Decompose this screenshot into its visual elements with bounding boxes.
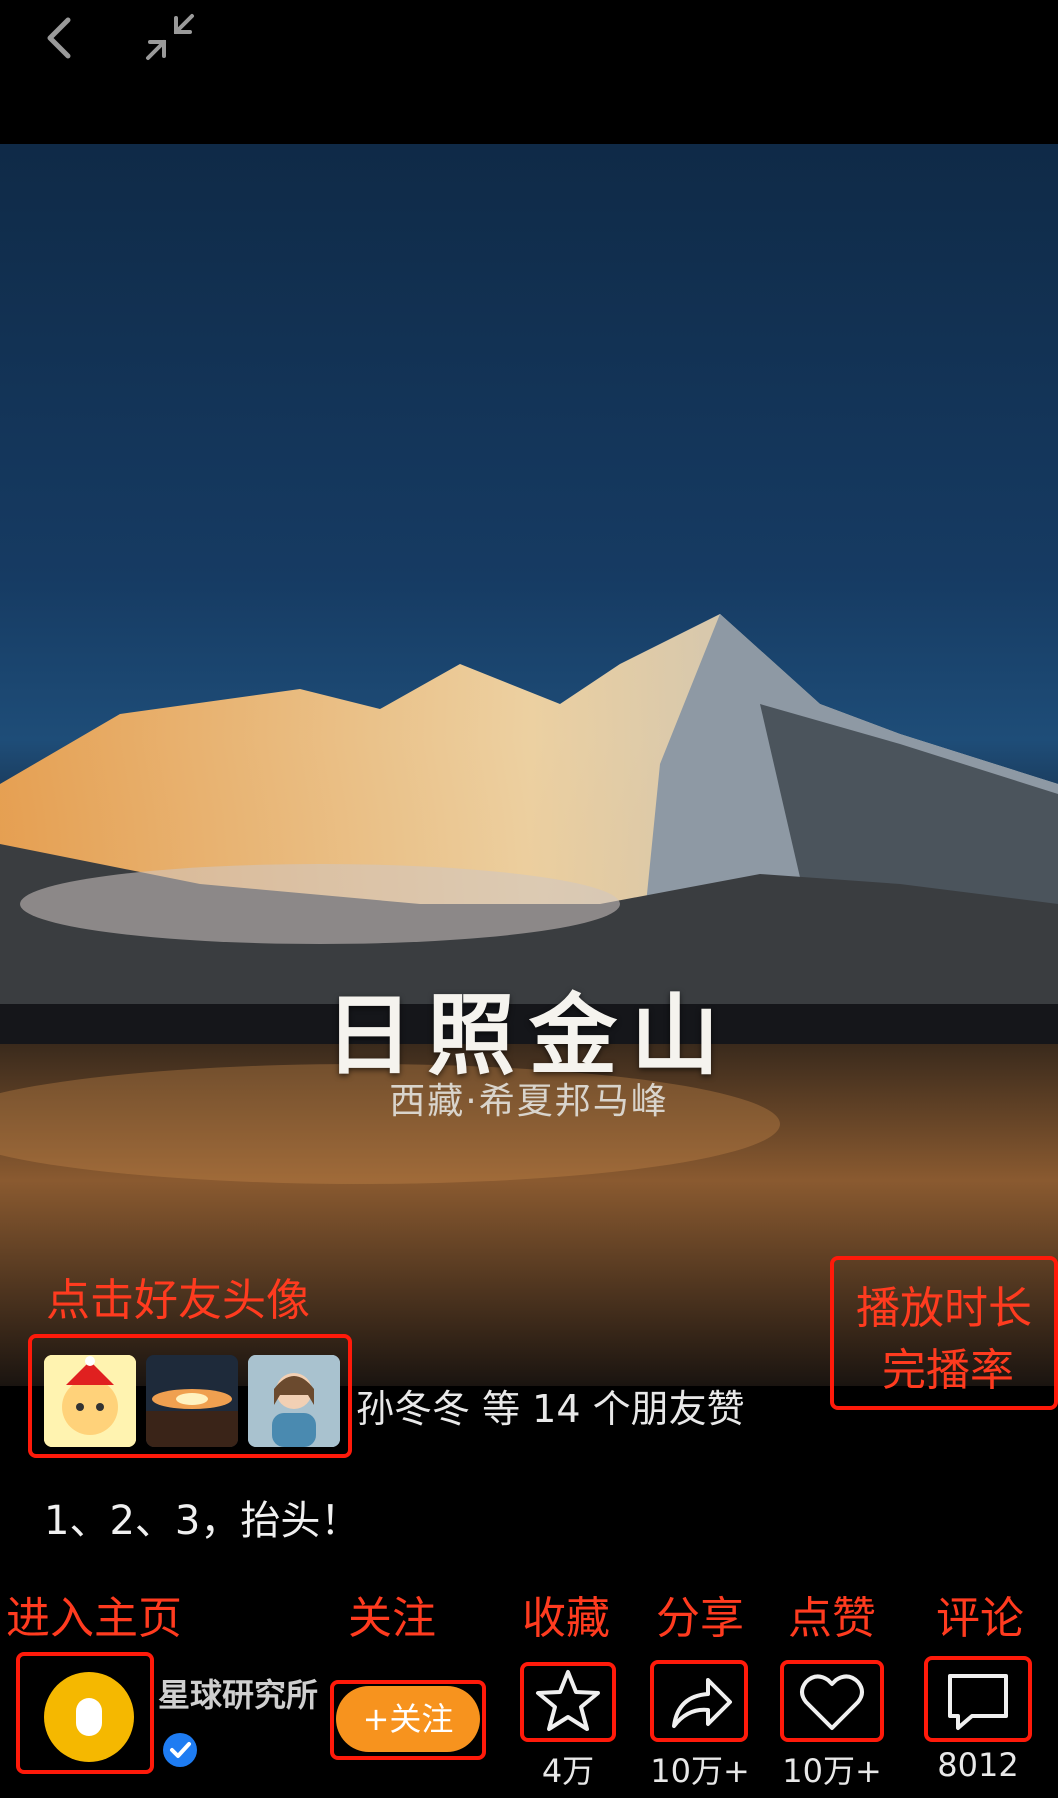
- heart-icon[interactable]: [796, 1666, 868, 1738]
- comment-count: 8012: [937, 1746, 1019, 1784]
- friend-avatar-2[interactable]: [146, 1355, 238, 1447]
- annotation-like: 点赞: [788, 1593, 876, 1644]
- share-count: 10万+: [650, 1752, 750, 1790]
- girl-avatar-icon: [248, 1355, 340, 1447]
- post-caption: 1、2、3，抬头！: [44, 1498, 361, 1544]
- annotation-completion-rate: 完播率: [882, 1345, 1014, 1396]
- friend-avatar-3[interactable]: [248, 1355, 340, 1447]
- author-name[interactable]: 星球研究所: [158, 1670, 318, 1716]
- favorite-count: 4万: [541, 1752, 595, 1790]
- annotation-share: 分享: [656, 1593, 744, 1644]
- friends-liked-text[interactable]: 孙冬冬 等 14 个朋友赞: [356, 1378, 745, 1433]
- like-count: 10万+: [782, 1752, 882, 1790]
- explosion-avatar-icon: [146, 1355, 238, 1447]
- share-arrow-icon[interactable]: [664, 1666, 736, 1738]
- annotation-follow: 关注: [348, 1593, 436, 1644]
- annotation-play-duration: 播放时长: [856, 1283, 1032, 1334]
- annotation-enter-homepage: 进入主页: [6, 1593, 182, 1644]
- verified-icon: [163, 1733, 197, 1767]
- star-icon[interactable]: [532, 1666, 604, 1738]
- top-bar: [0, 0, 1058, 144]
- mountain-scene-image: [0, 614, 1058, 1386]
- friend-avatar-1[interactable]: [44, 1355, 136, 1447]
- follow-button[interactable]: +关注: [336, 1686, 480, 1752]
- cartoon-avatar-icon: [44, 1355, 136, 1447]
- minimize-icon[interactable]: [140, 8, 200, 68]
- avatar-logo-icon: [76, 1698, 102, 1736]
- comment-icon[interactable]: [942, 1666, 1014, 1738]
- video-player[interactable]: 日照金山 西藏·希夏邦马峰: [0, 144, 1058, 1386]
- annotation-favorite: 收藏: [522, 1593, 610, 1644]
- author-avatar[interactable]: [44, 1672, 134, 1762]
- annotation-comment: 评论: [936, 1593, 1024, 1644]
- annotation-friend-avatars: 点击好友头像: [46, 1275, 310, 1326]
- video-subtitle: 西藏·希夏邦马峰: [389, 1081, 669, 1122]
- back-icon[interactable]: [30, 8, 90, 68]
